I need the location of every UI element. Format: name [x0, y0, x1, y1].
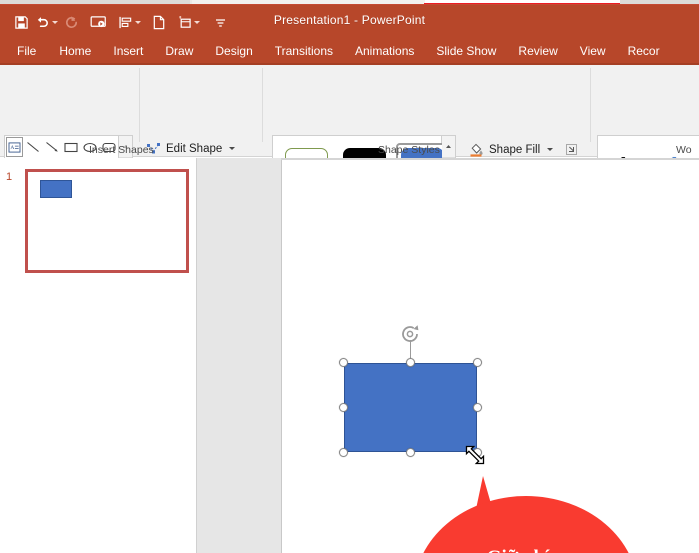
resize-handle-n[interactable] — [406, 358, 415, 367]
main-area: 1 — [0, 158, 699, 553]
callout-text: Giữ phím shirt để phóng to hoặc thu nhỏ … — [414, 546, 638, 553]
group-label-insert-shapes: Insert Shapes — [89, 144, 154, 156]
slide-thumbnail-1[interactable] — [25, 169, 189, 273]
resize-handle-s[interactable] — [406, 448, 415, 457]
tab-draw[interactable]: Draw — [154, 40, 204, 62]
rotation-handle-icon[interactable] — [399, 323, 421, 345]
group-separator-2 — [262, 68, 263, 142]
slide-rectangle-shape[interactable] — [344, 363, 477, 452]
tab-review[interactable]: Review — [507, 40, 568, 62]
tab-animations[interactable]: Animations — [344, 40, 425, 62]
selected-shape-container[interactable] — [339, 325, 482, 457]
resize-handle-sw[interactable] — [339, 448, 348, 457]
tab-transitions[interactable]: Transitions — [264, 40, 344, 62]
thumbnail-rectangle-shape — [40, 180, 72, 198]
dialog-launcher-icon[interactable] — [566, 142, 577, 155]
powerpoint-window: Presentation1 - PowerPoint File Home Ins… — [0, 0, 699, 553]
callout-line-1: Giữ phím — [414, 546, 638, 553]
canvas-top-edge — [281, 158, 699, 160]
callout-circle — [414, 496, 638, 553]
tab-record[interactable]: Recor — [617, 40, 671, 62]
resize-nwse-cursor-icon — [463, 443, 487, 467]
resize-handle-e[interactable] — [473, 403, 482, 412]
tab-slide-show[interactable]: Slide Show — [425, 40, 507, 62]
ribbon-group-labels: Insert Shapes Shape Styles Wo — [0, 143, 699, 158]
callout-annotation: Giữ phím shirt để phóng to hoặc thu nhỏ … — [414, 476, 646, 553]
canvas-gutter — [197, 158, 281, 553]
group-label-wordart-styles: Wo — [676, 144, 692, 156]
slide-thumbnail-pane: 1 — [0, 158, 196, 553]
group-separator-3 — [590, 68, 591, 142]
tab-home[interactable]: Home — [48, 40, 102, 62]
slide-number-1: 1 — [6, 171, 13, 183]
ribbon-tab-bar: File Home Insert Draw Design Transitions… — [0, 38, 699, 64]
resize-handle-w[interactable] — [339, 403, 348, 412]
group-separator-1 — [139, 68, 140, 142]
window-title: Presentation1 - PowerPoint — [273, 13, 426, 27]
tab-insert[interactable]: Insert — [102, 40, 154, 62]
group-label-shape-styles: Shape Styles — [378, 144, 440, 156]
resize-handle-ne[interactable] — [473, 358, 482, 367]
resize-handle-nw[interactable] — [339, 358, 348, 367]
tab-file[interactable]: File — [8, 40, 48, 62]
tab-view[interactable]: View — [569, 40, 617, 62]
title-bar: Presentation1 - PowerPoint — [0, 5, 699, 38]
tab-design[interactable]: Design — [204, 40, 263, 62]
